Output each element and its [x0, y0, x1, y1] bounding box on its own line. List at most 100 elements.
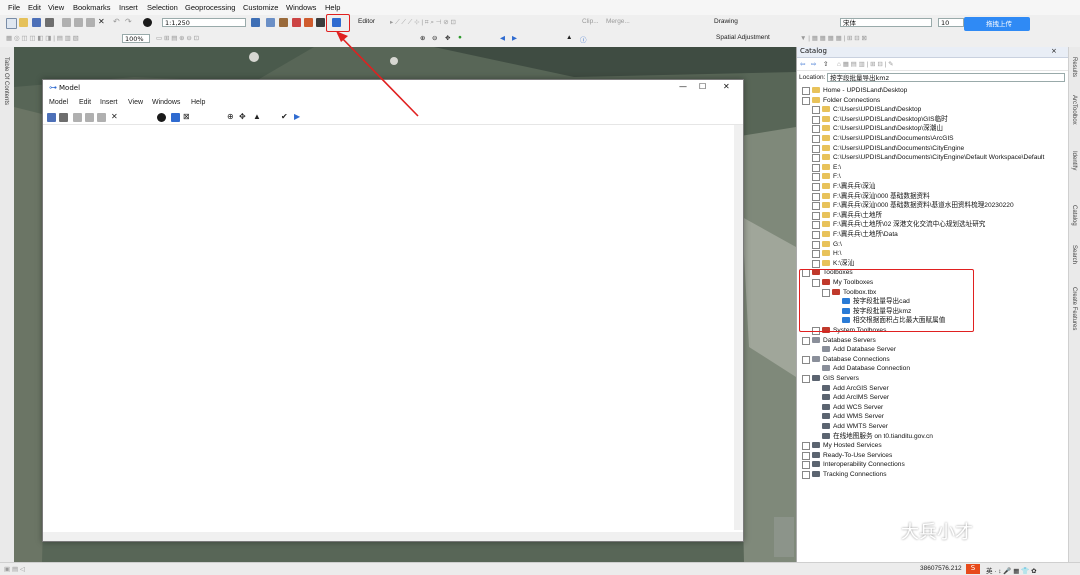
catalog-icon[interactable] [279, 18, 288, 27]
expand-icon[interactable] [812, 202, 820, 211]
expand-icon[interactable] [812, 115, 820, 124]
expand-icon[interactable] [812, 240, 820, 249]
expand-icon[interactable] [812, 163, 820, 172]
model-add-data-icon[interactable] [157, 113, 166, 122]
tree-item[interactable]: F:\ [797, 172, 1067, 182]
tree-item[interactable]: Add ArcIMS Server [797, 393, 1067, 403]
tree-item[interactable]: E:\ [797, 163, 1067, 173]
pan-icon[interactable]: ✥ [445, 34, 450, 42]
menu-selection[interactable]: Selection [147, 3, 178, 12]
cut-icon[interactable] [62, 18, 71, 27]
editor-menu[interactable]: Editor [358, 18, 375, 25]
model-select-icon[interactable]: ▲ [253, 112, 261, 121]
tree-item[interactable]: K:\深汕 [797, 259, 1067, 269]
model-delete-icon[interactable]: ✕ [111, 112, 118, 121]
model-zoom-icon[interactable]: ⊕ [227, 112, 234, 121]
identify-tab[interactable]: Identify [1071, 151, 1077, 170]
merge-button[interactable]: Merge... [606, 18, 630, 25]
tree-item[interactable]: F:\冀兵兵\土地所\02 深港文化交流中心规划选址研究 [797, 220, 1067, 230]
expand-icon[interactable] [812, 106, 820, 115]
model-menu-edit[interactable]: Edit [79, 99, 91, 106]
expand-icon[interactable] [812, 250, 820, 259]
tree-item[interactable]: GIS Servers [797, 374, 1067, 384]
expand-icon[interactable] [802, 87, 810, 95]
tree-item[interactable]: Add WMTS Server [797, 422, 1067, 432]
undo-icon[interactable]: ↶ [113, 17, 120, 26]
add-data-icon[interactable] [143, 18, 152, 27]
model-vertical-scrollbar[interactable] [734, 125, 743, 530]
expand-icon[interactable] [812, 259, 820, 268]
expand-icon[interactable] [812, 135, 820, 143]
tree-item[interactable]: F:\冀兵兵\深汕\000 基础数据资料 [797, 192, 1067, 202]
delete-icon[interactable]: ✕ [98, 17, 105, 26]
table-of-contents-icon[interactable] [266, 18, 275, 27]
tree-item[interactable]: Tracking Connections [797, 470, 1067, 480]
print-icon[interactable] [45, 18, 54, 27]
expand-icon[interactable] [802, 442, 810, 451]
forward-icon[interactable]: ▶ [512, 34, 517, 42]
catalog-forward-icon[interactable]: ⇨ [811, 60, 816, 68]
font-size-dropdown[interactable]: 10 [938, 18, 964, 27]
model-window[interactable]: ⊶ Model — ☐ ✕ Model Edit Insert View Win… [42, 79, 744, 542]
model-copy-icon[interactable] [85, 113, 94, 122]
copy-icon[interactable] [74, 18, 83, 27]
close-button[interactable]: ✕ [723, 82, 730, 91]
paste-icon[interactable] [86, 18, 95, 27]
scale-dropdown[interactable]: 1:1,250 [162, 18, 246, 27]
model-menu-windows[interactable]: Windows [152, 99, 180, 106]
editor-toolbar-icon[interactable] [251, 18, 260, 27]
zoom-out-icon[interactable]: ⊖ [432, 34, 437, 42]
tree-item[interactable]: Add WCS Server [797, 403, 1067, 413]
collapse-icon[interactable] [802, 355, 810, 364]
model-horizontal-scrollbar[interactable] [43, 532, 743, 541]
font-name-dropdown[interactable]: 宋体 [840, 18, 932, 27]
catalog-back-icon[interactable]: ⇦ [800, 60, 805, 68]
model-print-icon[interactable] [59, 113, 68, 122]
back-icon[interactable]: ◀ [500, 34, 505, 42]
menu-bookmarks[interactable]: Bookmarks [73, 3, 111, 12]
drawing-menu[interactable]: Drawing [714, 18, 738, 25]
tree-item[interactable]: Add WMS Server [797, 412, 1067, 422]
catalog-tab[interactable]: Catalog [1071, 205, 1077, 226]
menu-edit[interactable]: Edit [28, 3, 41, 12]
model-run-icon[interactable]: ▶ [294, 112, 300, 121]
tree-item[interactable]: C:\Users\UPDISLand\Documents\CityEngine\… [797, 153, 1067, 163]
tree-item[interactable]: Add ArcGIS Server [797, 384, 1067, 394]
identify-icon[interactable]: ⓘ [580, 34, 587, 44]
tree-item[interactable]: H:\ [797, 249, 1067, 259]
redo-icon[interactable]: ↷ [125, 17, 132, 26]
maximize-button[interactable]: ☐ [699, 82, 706, 91]
expand-icon[interactable] [802, 451, 810, 460]
model-menu-insert[interactable]: Insert [100, 99, 118, 106]
search-tab[interactable]: Search [1071, 245, 1077, 264]
ime-icon[interactable]: S [966, 564, 980, 574]
model-menu-help[interactable]: Help [191, 99, 205, 106]
tree-item[interactable]: Add Database Connection [797, 364, 1067, 374]
minimize-button[interactable]: — [679, 82, 687, 91]
arctoolbox-icon[interactable] [304, 18, 313, 27]
tree-item[interactable]: F:\冀兵兵\深汕 [797, 182, 1067, 192]
status-layout-icons[interactable]: ▣ ▤ ◁ [4, 565, 25, 573]
expand-icon[interactable] [812, 231, 820, 239]
save-icon[interactable] [32, 18, 41, 27]
select-features-icon[interactable]: ▲ [566, 34, 572, 41]
tree-item[interactable]: Add Database Server [797, 345, 1067, 355]
expand-icon[interactable] [812, 154, 820, 163]
tree-item[interactable]: 在线地图服务 on t0.tianditu.gov.cn [797, 432, 1067, 442]
catalog-up-icon[interactable]: ⇧ [823, 60, 828, 68]
arctoolbox-tab[interactable]: ArcToolbox [1071, 95, 1077, 125]
tree-item[interactable]: Ready-To-Use Services [797, 451, 1067, 461]
model-auto-layout-icon[interactable] [171, 113, 180, 122]
location-dropdown[interactable]: 按字段批量导出kmz [827, 73, 1065, 82]
full-extent-icon[interactable]: ● [458, 34, 462, 41]
model-full-extent-icon[interactable]: ⊠ [183, 112, 190, 121]
expand-icon[interactable] [812, 211, 820, 220]
model-cut-icon[interactable] [73, 113, 82, 122]
menu-view[interactable]: View [48, 3, 64, 12]
collapse-icon[interactable] [802, 96, 810, 105]
tree-item[interactable]: Database Servers [797, 336, 1067, 346]
tree-item[interactable]: C:\Users\UPDISLand\Desktop\深潮山 [797, 124, 1067, 134]
menu-customize[interactable]: Customize [243, 3, 278, 12]
collapse-icon[interactable] [802, 375, 810, 383]
expand-icon[interactable] [812, 221, 820, 230]
